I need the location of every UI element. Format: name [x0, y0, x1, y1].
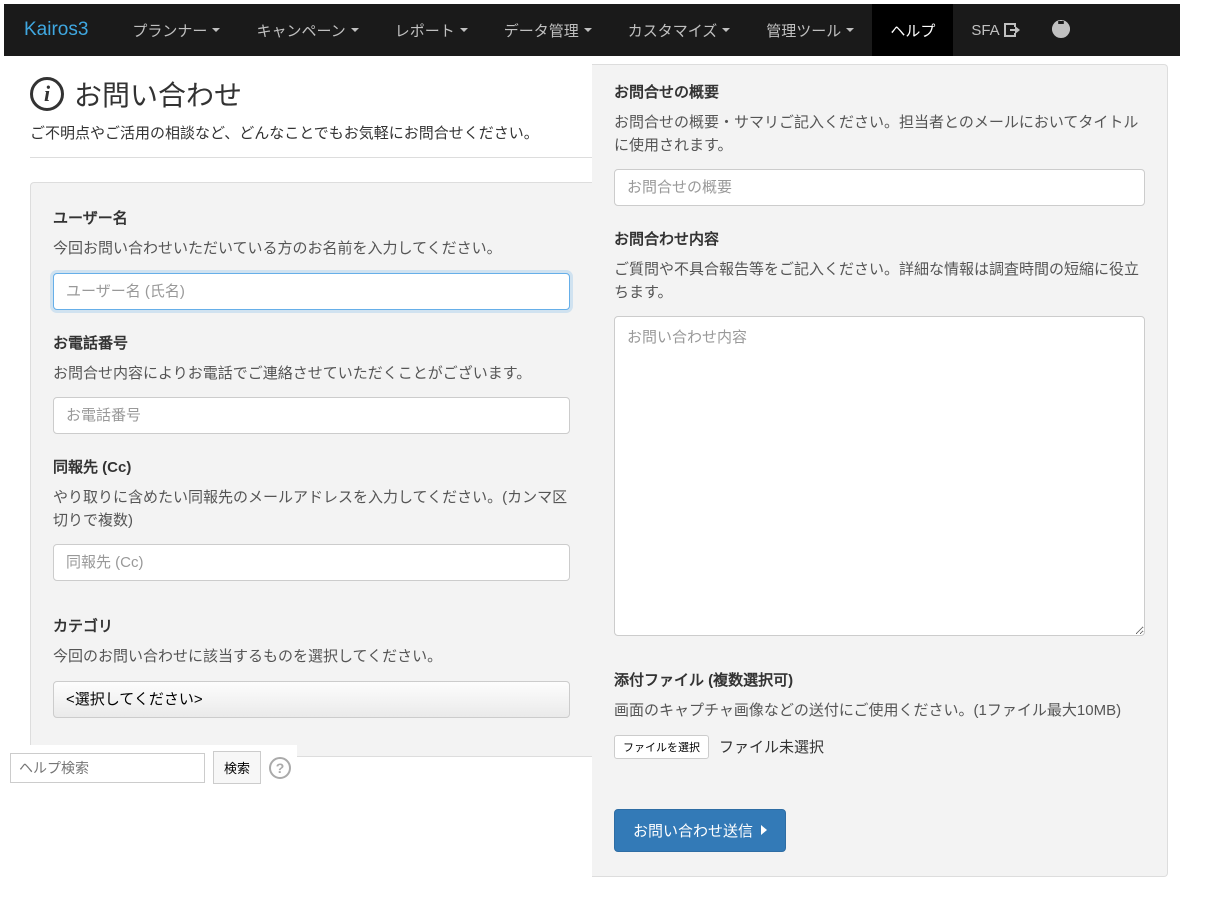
nav-customize[interactable]: カスタマイズ	[610, 4, 749, 56]
nav-campaign[interactable]: キャンペーン	[238, 4, 376, 56]
page-description: ご不明点やご活用の相談など、どんなことでもお気軽にお問合せください。	[30, 122, 592, 143]
submit-button[interactable]: お問い合わせ送信	[614, 809, 786, 852]
chevron-right-icon	[761, 825, 767, 835]
caret-down-icon	[351, 28, 359, 32]
summary-help: お問合せの概要・サマリご記入ください。担当者とのメールにおいてタイトルに使用され…	[614, 112, 1145, 157]
form-panel-left: ユーザー名 今回お問い合わせいただいている方のお名前を入力してください。 お電話…	[30, 182, 592, 757]
external-link-icon	[1004, 23, 1020, 37]
nav-label: キャンペーン	[256, 20, 345, 41]
nav-label: カスタマイズ	[628, 20, 718, 41]
phone-label: お電話番号	[53, 332, 570, 353]
power-icon	[1052, 20, 1070, 38]
phone-input[interactable]	[53, 397, 570, 434]
summary-label: お問合せの概要	[614, 81, 1145, 102]
submit-label: お問い合わせ送信	[633, 820, 753, 841]
username-input[interactable]	[53, 273, 570, 310]
cc-help: やり取りに含めたい同報先のメールアドレスを入力してください。(カンマ区切りで複数…	[53, 487, 570, 532]
nav-help[interactable]: ヘルプ	[872, 4, 953, 56]
content-label: お問合わせ内容	[614, 228, 1145, 249]
caret-down-icon	[584, 28, 592, 32]
page-title-row: i お問い合わせ	[30, 74, 592, 114]
caret-down-icon	[460, 28, 468, 32]
nav-label: プランナー	[132, 20, 207, 41]
sfa-label: SFA	[971, 22, 999, 39]
page-title: お問い合わせ	[74, 74, 242, 114]
content-textarea[interactable]	[614, 316, 1145, 636]
content-help: ご質問や不具合報告等をご記入ください。詳細な情報は調査時間の短縮に役立ちます。	[614, 259, 1145, 304]
caret-down-icon	[212, 28, 220, 32]
phone-help: お問合せ内容によりお電話でご連絡させていただくことがございます。	[53, 363, 570, 386]
cc-input[interactable]	[53, 544, 570, 581]
nav-report[interactable]: レポート	[377, 4, 486, 56]
info-icon: i	[30, 77, 64, 111]
nav-data[interactable]: データ管理	[486, 4, 610, 56]
cc-label: 同報先 (Cc)	[53, 456, 570, 477]
power-button[interactable]	[1038, 20, 1084, 41]
category-label: カテゴリ	[53, 615, 570, 636]
nav-admin[interactable]: 管理ツール	[748, 4, 872, 56]
help-search-bar: 検索 ?	[4, 745, 297, 790]
nav-label: データ管理	[504, 20, 579, 41]
top-navbar: Kairos3 プランナー キャンペーン レポート データ管理 カスタマイズ 管…	[4, 4, 1180, 56]
help-search-button[interactable]: 検索	[213, 751, 261, 784]
category-help: 今回のお問い合わせに該当するものを選択してください。	[53, 646, 570, 669]
summary-input[interactable]	[614, 169, 1145, 206]
caret-down-icon	[722, 28, 730, 32]
username-help: 今回お問い合わせいただいている方のお名前を入力してください。	[53, 238, 570, 261]
nav-label: レポート	[395, 20, 455, 41]
attachment-label: 添付ファイル (複数選択可)	[614, 669, 1145, 690]
nav-label: 管理ツール	[766, 20, 841, 41]
file-status: ファイル未選択	[719, 736, 824, 757]
brand-logo[interactable]: Kairos3	[24, 19, 88, 41]
help-search-input[interactable]	[10, 753, 205, 783]
file-select-button[interactable]: ファイルを選択	[614, 735, 709, 759]
username-label: ユーザー名	[53, 207, 570, 228]
divider	[30, 157, 592, 158]
attachment-help: 画面のキャプチャ画像などの送付にご使用ください。(1ファイル最大10MB)	[614, 700, 1145, 723]
nav-sfa[interactable]: SFA	[953, 22, 1037, 39]
nav-planner[interactable]: プランナー	[114, 4, 238, 56]
category-select[interactable]: <選択してください>	[53, 681, 570, 718]
caret-down-icon	[846, 28, 854, 32]
help-question-icon[interactable]: ?	[269, 757, 291, 779]
form-panel-right: お問合せの概要 お問合せの概要・サマリご記入ください。担当者とのメールにおいてタ…	[592, 64, 1168, 877]
